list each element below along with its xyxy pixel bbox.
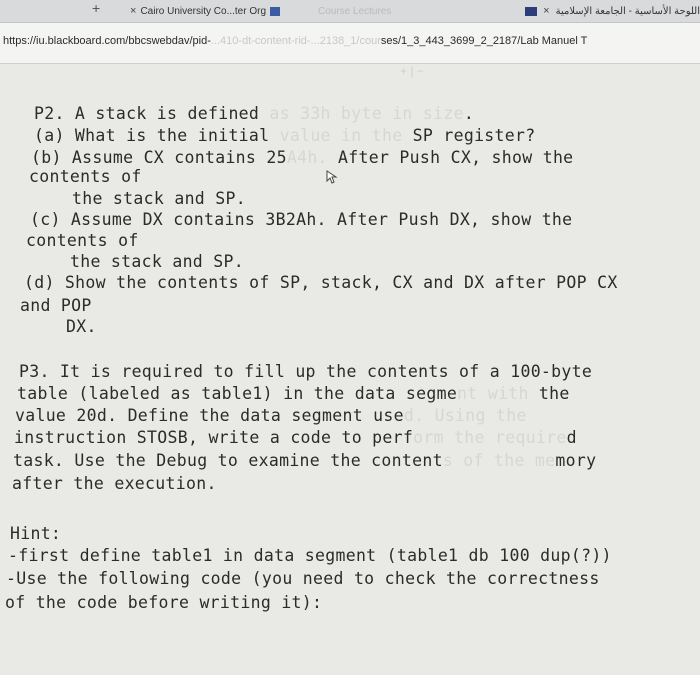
mouse-cursor-icon [326,170,338,184]
p3-line-3: value 20d. Define the data segment used.… [15,406,527,425]
p2-line-5: the stack and SP. [72,189,246,208]
hint-line-2: -Use the following code (you need to che… [6,569,600,588]
pdf-document: P2. A stack is defined as 33h byte in si… [0,0,700,675]
p3-line-5: task. Use the Debug to examine the conte… [13,451,597,470]
p2-line-11: DX. [66,317,97,336]
p3-line-1: P3. It is required to fill up the conten… [19,362,593,381]
p2-line-8: the stack and SP. [70,252,244,271]
hint-line-3: of the code before writing it): [5,593,323,612]
p2-line-9: (d) Show the contents of SP, stack, CX a… [24,273,618,292]
hint-title: Hint: [10,524,62,543]
hint-line-1: -first define table1 in data segment (ta… [8,546,612,565]
p2-line-3: (b) Assume CX contains 25A4h. After Push… [31,148,574,167]
p2-line-1: P2. A stack is defined as 33h byte in si… [34,104,475,123]
p2-line-10: and POP [20,296,92,315]
p2-line-4: contents of [29,167,142,186]
p3-line-2: table (labeled as table1) in the data se… [17,384,570,403]
p3-line-4: instruction STOSB, write a code to perfo… [14,428,577,447]
p2-line-7: contents of [26,231,139,250]
p3-line-6: after the execution. [12,474,217,493]
p2-line-6: (c) Assume DX contains 3B2Ah. After Push… [30,210,573,229]
p2-line-2: (a) What is the initial value in the SP … [34,126,536,145]
